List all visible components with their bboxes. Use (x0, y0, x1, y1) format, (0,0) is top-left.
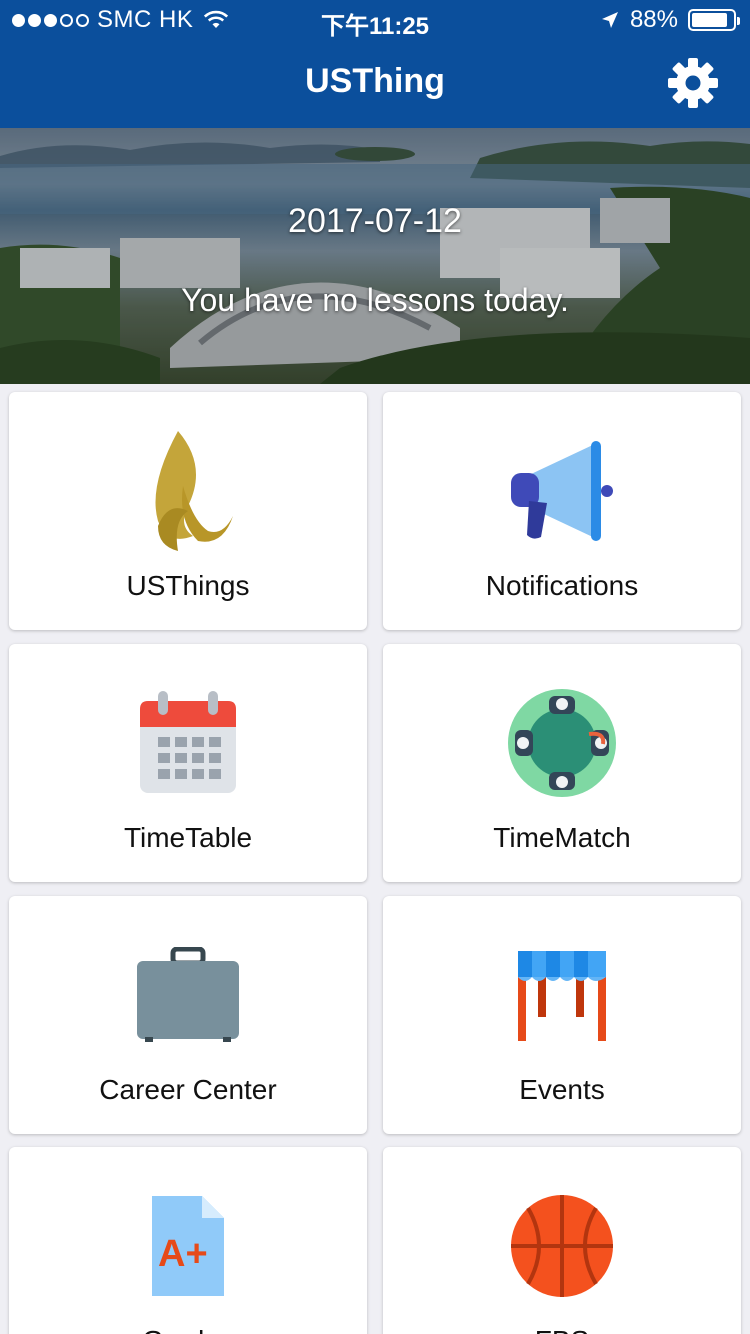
tile-grades[interactable]: A+ Grades (9, 1147, 367, 1334)
basketball-icon (511, 1195, 613, 1297)
tile-usthings[interactable]: USThings (9, 392, 367, 630)
tile-timematch[interactable]: TimeMatch (383, 644, 741, 882)
status-bar: SMC HK 下午11:25 88% (0, 0, 750, 40)
page-title: USThing (305, 62, 445, 100)
tile-label: FBS (383, 1325, 741, 1334)
grade-document-icon: A+ (152, 1196, 224, 1296)
market-stall-icon (518, 951, 606, 1041)
campus-photo (0, 128, 750, 384)
tile-label: Notifications (485, 570, 639, 601)
tile-label: TimeMatch (493, 822, 631, 853)
lessons-message: You have no lessons today. (181, 282, 569, 318)
svg-text:A+: A+ (158, 1233, 208, 1275)
status-right: 88% (600, 6, 740, 34)
tile-fbs[interactable]: FBS (383, 1147, 741, 1334)
briefcase-icon (137, 947, 239, 1042)
tile-label: Grades (9, 1325, 367, 1334)
tile-label: Career Center (99, 1074, 277, 1105)
campus-banner: 2017-07-12 You have no lessons today. (0, 128, 750, 384)
nav-bar: USThing (0, 40, 750, 128)
calendar-icon (140, 691, 236, 793)
tile-notifications[interactable]: Notifications (383, 392, 741, 630)
tile-timetable[interactable]: TimeTable (9, 644, 367, 882)
top-bar: SMC HK 下午11:25 88% USThing (0, 0, 750, 128)
feature-grid: USThings Notifications TimeTable TimeMat… (0, 384, 750, 1334)
location-arrow-icon (601, 12, 618, 28)
tile-career-center[interactable]: Career Center (9, 896, 367, 1134)
battery-icon (688, 9, 740, 31)
battery-percent: 88% (629, 6, 678, 33)
tile-events[interactable]: Events (383, 896, 741, 1134)
meeting-table-icon (508, 689, 616, 797)
gear-icon[interactable] (666, 56, 720, 110)
tile-label: USThings (126, 570, 250, 601)
tile-label: Events (519, 1074, 605, 1105)
today-date: 2017-07-12 (288, 202, 462, 240)
megaphone-icon (511, 441, 613, 541)
flame-logo-icon (155, 431, 233, 551)
tile-label: TimeTable (123, 822, 253, 853)
